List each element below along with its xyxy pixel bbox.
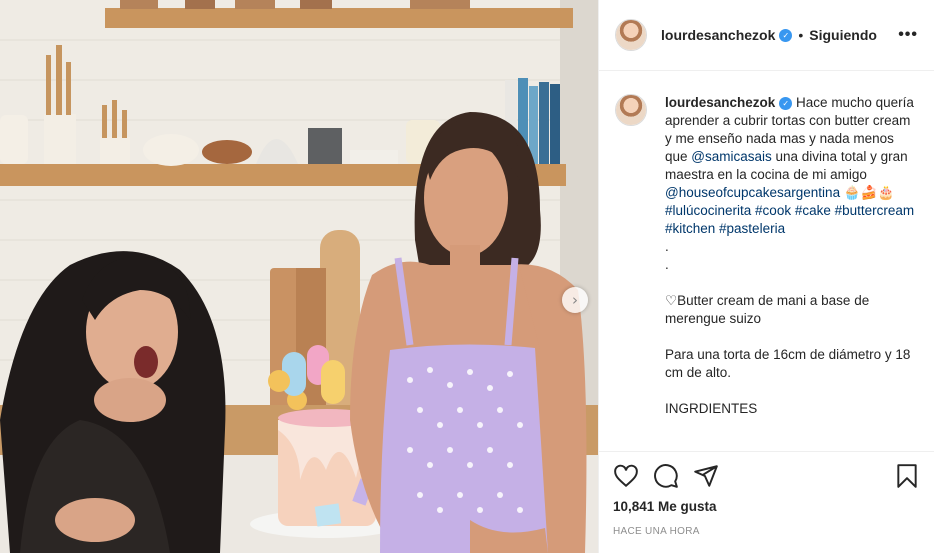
post-actions: 10,841 Me gusta HACE UNA HORA — [599, 451, 934, 537]
kitchen-photo-illustration — [0, 0, 598, 553]
bookmark-icon[interactable] — [894, 463, 920, 489]
mention-link[interactable]: @houseofcupcakesargentina — [665, 185, 840, 200]
comments-section[interactable]: lourdesanchezok ✓ Hace mucho quería apren… — [599, 72, 934, 450]
post-modal: › lourdesanchezok ✓ • Siguiendo ••• lour… — [0, 0, 934, 553]
mention-link[interactable]: @samicasais — [691, 149, 771, 164]
post-header: lourdesanchezok ✓ • Siguiendo ••• — [599, 0, 934, 71]
caption-avatar[interactable] — [615, 94, 647, 126]
next-photo-button[interactable]: › — [562, 287, 588, 313]
comment-icon[interactable] — [653, 463, 679, 489]
caption-part-3: ♡Butter cream de mani a base de merengue… — [665, 293, 870, 326]
likes-count[interactable]: 10,841 Me gusta — [613, 499, 920, 514]
verified-badge-icon: ✓ — [779, 28, 793, 42]
caption-row: lourdesanchezok ✓ Hace mucho quería apren… — [615, 94, 918, 418]
heart-icon[interactable] — [613, 463, 639, 489]
following-button[interactable]: Siguiendo — [809, 27, 877, 43]
cake-emojis: 🧁🍰🎂 — [840, 185, 895, 200]
caption-part-5: INGRDIENTES — [665, 401, 758, 416]
caption-dots: . . — [665, 239, 669, 272]
more-options-icon[interactable]: ••• — [898, 26, 918, 44]
post-timestamp[interactable]: HACE UNA HORA — [613, 526, 920, 537]
caption-text: lourdesanchezok ✓ Hace mucho quería apren… — [665, 94, 917, 418]
header-separator: • — [798, 27, 804, 43]
caption-username[interactable]: lourdesanchezok — [665, 95, 775, 110]
post-sidebar: lourdesanchezok ✓ • Siguiendo ••• lourde… — [598, 0, 934, 553]
chevron-right-icon: › — [572, 290, 578, 309]
caption-part-4: Para una torta de 16cm de diámetro y 18 … — [665, 347, 911, 380]
hashtags[interactable]: #lulúcocinerita #cook #cake #buttercream… — [665, 202, 917, 238]
avatar[interactable] — [615, 19, 647, 51]
verified-badge-icon: ✓ — [779, 97, 793, 110]
share-icon[interactable] — [693, 463, 719, 489]
post-photo[interactable]: › — [0, 0, 598, 553]
header-username[interactable]: lourdesanchezok — [661, 27, 775, 43]
